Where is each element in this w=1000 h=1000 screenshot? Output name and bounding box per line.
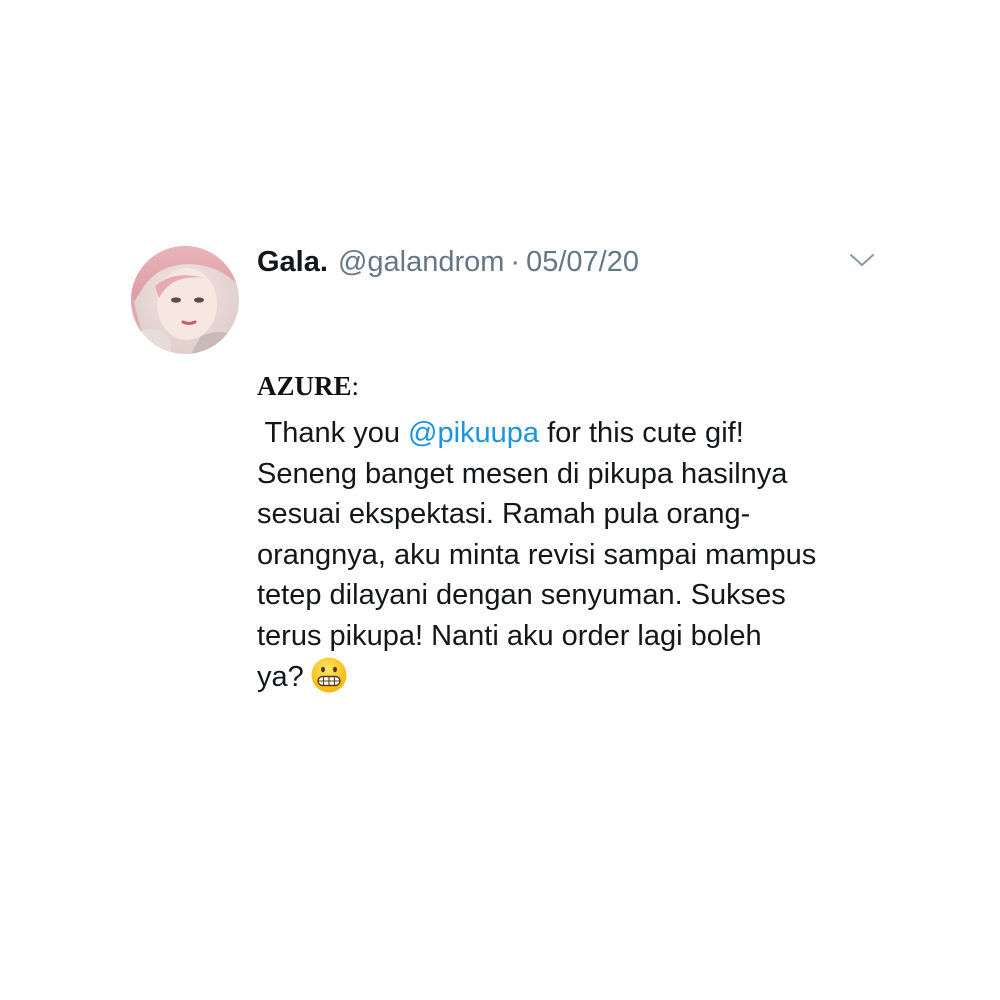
tweet-text: Thank you @pikuupa for this cute gif! Se…: [257, 413, 897, 698]
display-name[interactable]: Gala.: [257, 244, 328, 280]
grimacing-face-emoji-icon: [310, 656, 348, 694]
tweet-date[interactable]: 05/07/20: [526, 244, 639, 280]
tweet-screenshot: Gala. @galandrom · 05/07/20 AZURE: Thank…: [0, 0, 1000, 1000]
tweet-header: Gala. @galandrom · 05/07/20: [257, 244, 639, 280]
mention-link[interactable]: @pikuupa: [408, 417, 539, 449]
tweet-line-3: sesuai ekspektasi. Ramah pula orang-: [257, 498, 751, 530]
chevron-down-icon[interactable]: [848, 250, 876, 270]
tweet-line-6: terus pikupa! Nanti aku order lagi boleh: [257, 619, 762, 652]
tweet-line-2: Seneng banget mesen di pikupa hasilnya: [257, 457, 788, 490]
avatar[interactable]: [131, 246, 239, 354]
text-ya: ya?: [257, 661, 304, 693]
user-handle[interactable]: @galandrom: [338, 244, 504, 280]
separator-dot: ·: [510, 246, 521, 278]
label-colon: :: [351, 371, 360, 401]
tweet-line-5: tetep dilayani dengan senyuman. Sukses: [257, 579, 786, 611]
customer-label: AZURE:: [257, 368, 359, 404]
tweet-line-7: ya?: [257, 656, 897, 698]
text-for-this-gif: for this cute gif!: [539, 417, 744, 449]
profile-photo-avatar: [131, 246, 239, 354]
customer-name: AZURE: [257, 371, 352, 401]
tweet-line-1: Thank you @pikuupa for this cute gif!: [257, 413, 897, 454]
text-thank-you: Thank you: [257, 417, 409, 449]
tweet-line-4: orangnya, aku minta revisi sampai mampus: [257, 538, 817, 571]
